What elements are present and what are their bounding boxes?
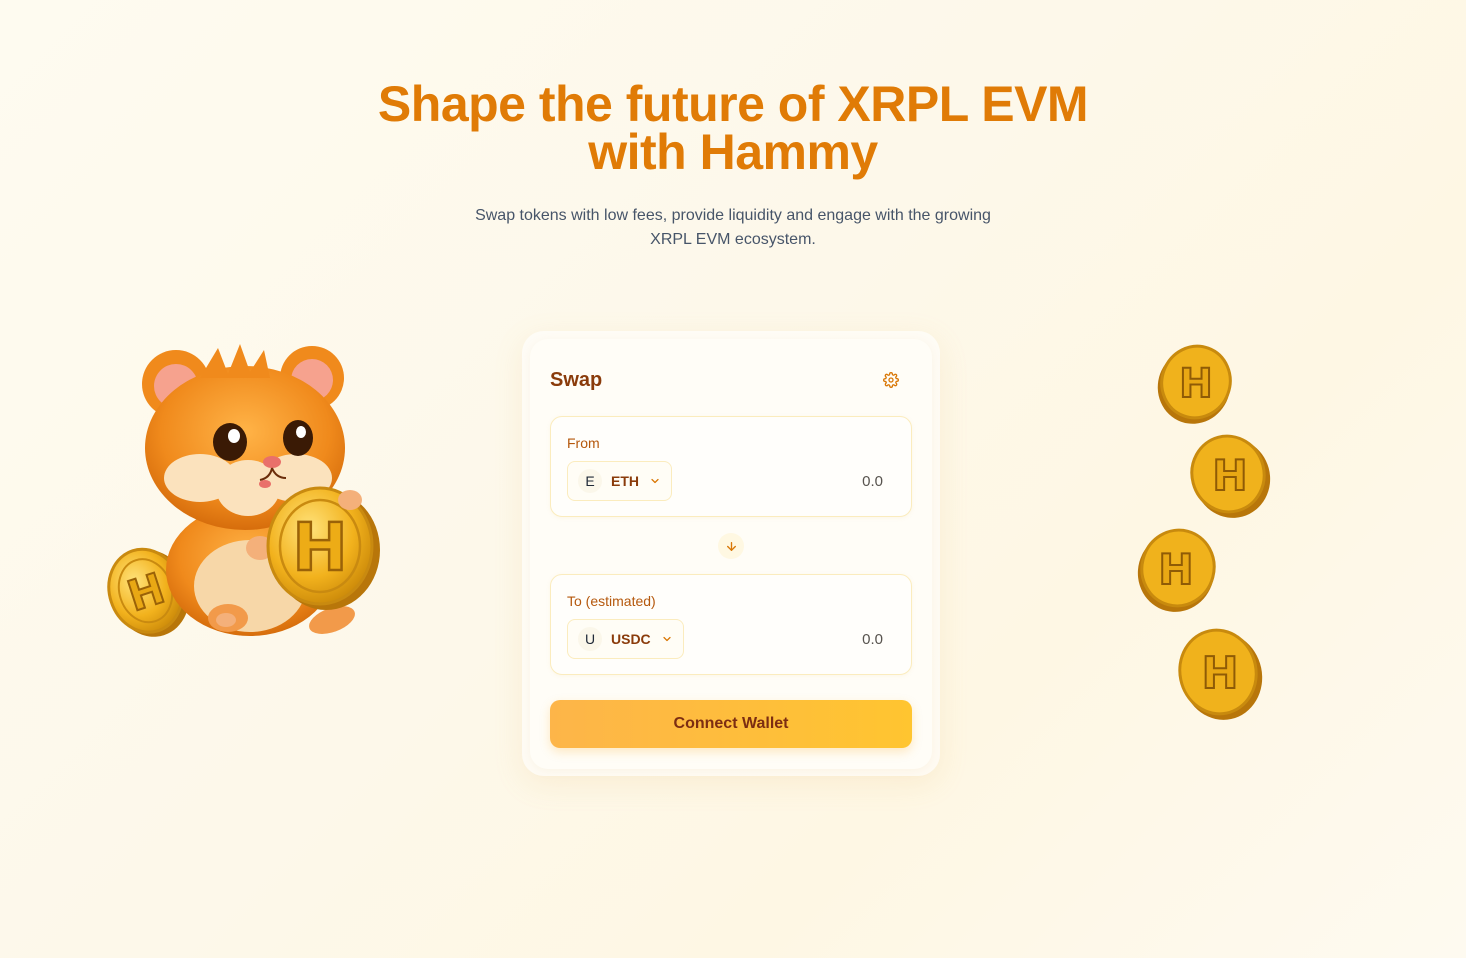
gear-icon (883, 372, 899, 388)
svg-text:H: H (1158, 545, 1193, 594)
coin-icon: H (1157, 344, 1232, 424)
hero-title-line-1: Shape the future of XRPL EVM (377, 76, 1089, 132)
to-token-symbol: USDC (611, 631, 651, 647)
coin-icon: H (1137, 528, 1216, 612)
arrow-down-icon (726, 541, 736, 551)
coin-icon: H (1178, 628, 1263, 720)
from-panel: From E ETH 0.0 (550, 416, 912, 517)
hero-subtitle: Swap tokens with low fees, provide liqui… (433, 204, 1033, 252)
switch-tokens-button[interactable] (718, 533, 744, 559)
settings-button[interactable] (880, 369, 902, 391)
token-avatar: U (578, 627, 602, 651)
svg-text:H: H (1202, 648, 1239, 699)
from-label: From (567, 435, 600, 451)
swap-title: Swap (550, 369, 603, 391)
connect-wallet-button[interactable]: Connect Wallet (550, 700, 912, 748)
chevron-down-icon (661, 633, 673, 645)
to-token-select[interactable]: U USDC (567, 619, 684, 659)
hamster-mascot-illustration: H H (107, 344, 380, 637)
svg-text:H: H (1212, 451, 1247, 500)
to-amount-output: 0.0 (862, 631, 883, 648)
hero-title: Shape the future of XRPL EVM with Hammy (0, 76, 1466, 180)
hero-subtitle-line-1: Swap tokens with low fees, provide liqui… (475, 207, 991, 224)
chevron-down-icon (649, 475, 661, 487)
svg-text:H: H (1179, 361, 1212, 407)
from-token-symbol: ETH (611, 473, 639, 489)
to-label: To (estimated) (567, 593, 656, 609)
hero-title-line-2: with Hammy (588, 124, 878, 180)
swap-card: Swap From E ETH 0.0 To (estimated) U USD… (530, 339, 932, 769)
coin-icon: H (1190, 434, 1271, 518)
token-avatar: E (578, 469, 602, 493)
to-panel: To (estimated) U USDC 0.0 (550, 574, 912, 675)
hero-subtitle-line-2: XRPL EVM ecosystem. (650, 231, 816, 248)
from-amount-input[interactable]: 0.0 (763, 473, 883, 490)
svg-text:H: H (292, 509, 347, 586)
from-token-select[interactable]: E ETH (567, 461, 672, 501)
